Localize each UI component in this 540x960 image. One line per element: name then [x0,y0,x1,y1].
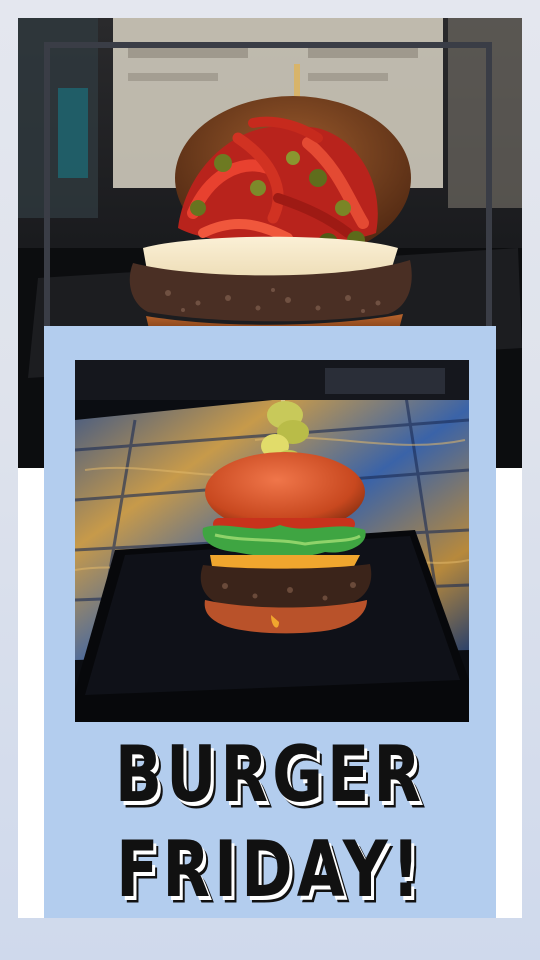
inner-burger-photo [75,360,469,722]
headline-card: BURGER FRIDAY! [44,326,496,918]
headline-line-2: FRIDAY! [116,823,424,915]
headline-line-1: BURGER [114,728,426,820]
inner-burger-illustration [75,360,469,722]
